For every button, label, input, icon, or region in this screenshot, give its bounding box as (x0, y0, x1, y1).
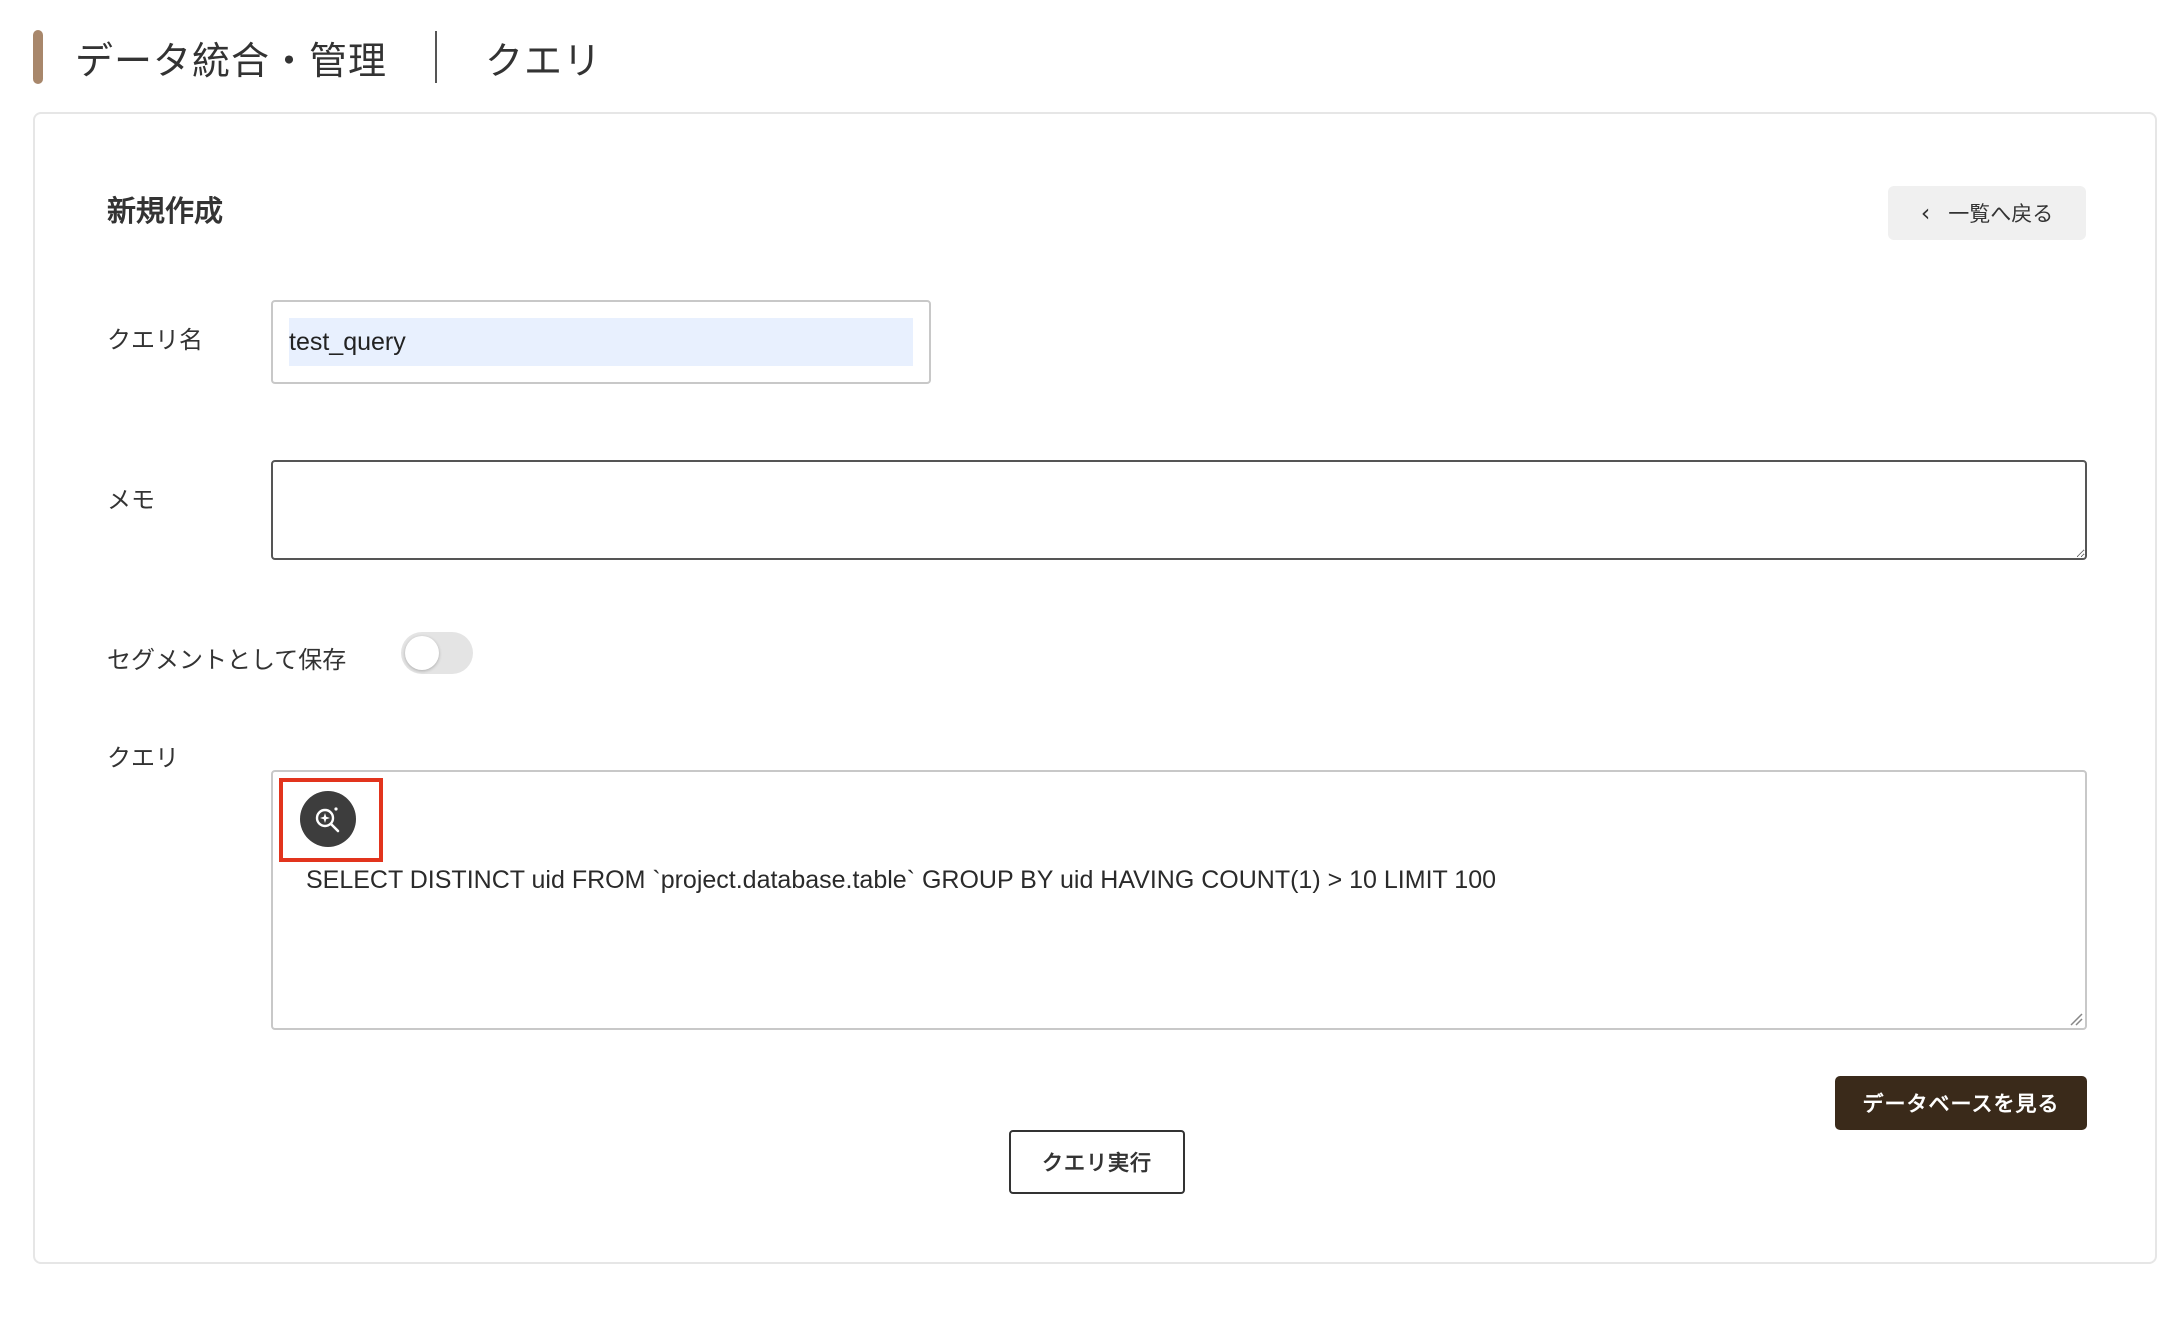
breadcrumb-page: クエリ (485, 38, 603, 83)
resize-grip-icon[interactable] (2069, 1012, 2083, 1026)
query-name-field (271, 300, 931, 384)
section-title: 新規作成 (107, 194, 224, 228)
form-card: 新規作成 ‹ 一覧へ戻る クエリ名 メモ セグメントとして保存 クエリ SELE… (33, 112, 2157, 1264)
header-accent-bar (33, 30, 43, 84)
breadcrumb-divider (435, 31, 438, 83)
segment-save-toggle[interactable] (401, 632, 473, 674)
chevron-left-icon: ‹ (1920, 199, 1931, 227)
memo-label: メモ (107, 486, 155, 514)
segment-save-label: セグメントとして保存 (107, 646, 347, 674)
toggle-knob (405, 636, 439, 670)
query-label: クエリ (107, 744, 179, 772)
query-text: SELECT DISTINCT uid FROM `project.databa… (306, 866, 1497, 894)
query-name-input[interactable] (289, 318, 913, 366)
page-header: データ統合・管理 クエリ (33, 30, 602, 84)
sparkle-search-icon[interactable] (300, 791, 356, 847)
query-editor[interactable]: SELECT DISTINCT uid FROM `project.databa… (271, 770, 2087, 1030)
memo-textarea[interactable] (271, 460, 2087, 560)
back-button-label: 一覧へ戻る (1948, 202, 2054, 226)
view-database-button[interactable]: データベースを見る (1835, 1076, 2087, 1130)
back-to-list-button[interactable]: ‹ 一覧へ戻る (1888, 186, 2086, 240)
breadcrumb-section: データ統合・管理 (75, 38, 388, 83)
run-query-button[interactable]: クエリ実行 (1009, 1130, 1185, 1194)
query-name-label: クエリ名 (107, 326, 203, 354)
